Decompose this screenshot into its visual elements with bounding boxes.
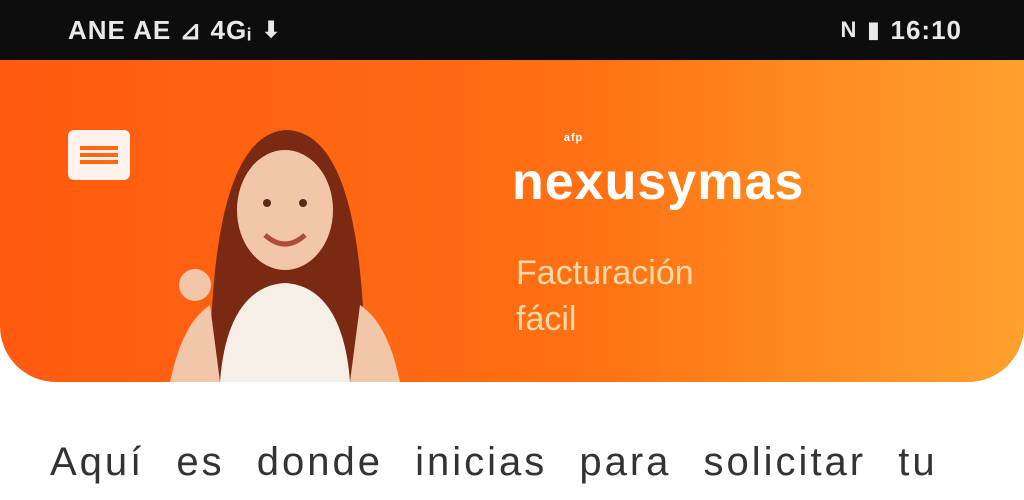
intro-text: Aquí es donde inicias para solicitar tu bbox=[50, 440, 938, 484]
banner-subtitle-line2: fácil bbox=[516, 300, 577, 338]
hero-banner: ᵃᶠᵖ nexusymas Facturación fácil bbox=[0, 60, 1024, 382]
status-time: 16:10 bbox=[890, 14, 962, 45]
download-icon: ⬇ bbox=[261, 17, 282, 42]
brand-superscript: ᵃᶠᵖ bbox=[564, 132, 584, 149]
nfc-icon: N bbox=[840, 17, 858, 42]
battery-icon: ▮ bbox=[867, 17, 881, 42]
status-bar: ANE AE ⊿ 4Gᵢ ⬇ N ▮ 16:10 bbox=[0, 0, 1024, 60]
brand-logo-text: ᵃᶠᵖ nexusymas bbox=[512, 132, 805, 212]
brand-name: nexusymas bbox=[512, 153, 805, 211]
status-bar-right: N ▮ 16:10 bbox=[841, 15, 963, 46]
banner-subtitle: Facturación fácil bbox=[516, 250, 836, 342]
status-left-text: ANE AE ⊿ 4Gᵢ bbox=[68, 14, 252, 45]
banner-subtitle-line1: Facturación bbox=[516, 254, 694, 292]
status-bar-left: ANE AE ⊿ 4Gᵢ ⬇ bbox=[68, 15, 281, 46]
person-image bbox=[170, 130, 400, 382]
menu-icon[interactable] bbox=[68, 130, 130, 180]
